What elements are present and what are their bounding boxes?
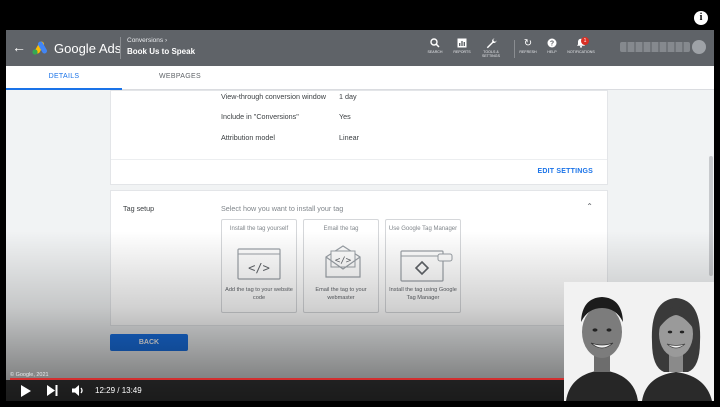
avatar[interactable]: [692, 40, 706, 54]
email-code-icon: </>: [325, 245, 361, 278]
next-icon[interactable]: [47, 385, 58, 396]
search-icon: [421, 38, 449, 50]
volume-icon[interactable]: [72, 385, 85, 396]
option-title: Use Google Tag Manager: [388, 226, 458, 232]
page-title: Book Us to Speak: [127, 47, 196, 56]
tab-webpages[interactable]: WEBPAGES: [122, 66, 238, 90]
info-icon[interactable]: i: [694, 11, 708, 25]
option-tag-manager[interactable]: Use Google Tag Manager Install the tag u…: [385, 219, 461, 313]
tag-setup-card: Tag setup Select how you want to install…: [110, 190, 608, 326]
app-header: ← Google Ads Conversions › Book Us to Sp…: [6, 30, 714, 66]
app-brand[interactable]: Google Ads: [54, 41, 121, 56]
video-top-bar: i: [6, 6, 714, 30]
tab-details[interactable]: DETAILS: [6, 66, 122, 90]
setting-label: View-through conversion window: [221, 92, 326, 101]
option-install-yourself[interactable]: Install the tag yourself </> Add the tag…: [221, 219, 297, 313]
setting-label: Attribution model: [221, 133, 275, 142]
tab-bar: DETAILS WEBPAGES: [6, 66, 714, 90]
svg-text:</>: </>: [248, 261, 270, 275]
tag-setup-title: Tag setup: [123, 204, 155, 213]
option-title: Email the tag: [323, 226, 359, 232]
card-divider: [111, 159, 607, 160]
notifications-tool-label: NOTIFICATIONS: [567, 50, 595, 54]
video-frame: i ← Google Ads Conversions › Book Us to …: [6, 6, 714, 401]
option-description: Email the tag to your webmaster: [315, 287, 367, 301]
tag-manager-icon: [400, 250, 453, 282]
breadcrumb-label[interactable]: Conversions: [127, 37, 163, 44]
setting-value: Yes: [339, 112, 351, 121]
tools-settings-label: TOOLS & SETTINGS: [482, 50, 500, 58]
option-description: Install the tag using Google Tag Manager: [389, 287, 457, 301]
breadcrumb[interactable]: Conversions ›: [127, 37, 167, 44]
header-divider: [120, 37, 121, 59]
back-arrow-icon[interactable]: ←: [12, 40, 26, 54]
tools-settings-tool[interactable]: TOOLS & SETTINGS: [477, 38, 505, 58]
reports-tool[interactable]: REPORTS: [448, 38, 476, 54]
setting-value: 1 day: [339, 92, 357, 101]
play-icon[interactable]: [21, 385, 31, 397]
help-icon: ?: [538, 38, 566, 50]
settings-card: View-through conversion window 1 day Inc…: [110, 90, 608, 185]
setting-label: Include in "Conversions": [221, 112, 299, 121]
presenter-webcam-overlay: [564, 282, 714, 401]
option-title: Install the tag yourself: [229, 226, 289, 232]
code-window-icon: </>: [237, 248, 281, 280]
presenters-photo: [564, 282, 714, 401]
edit-settings-button[interactable]: EDIT SETTINGS: [538, 168, 594, 175]
wrench-icon: [477, 38, 505, 50]
google-ads-logo: [32, 41, 47, 55]
reports-tool-label: REPORTS: [453, 50, 471, 54]
notification-badge: 1: [581, 37, 589, 45]
svg-text:?: ?: [550, 41, 554, 48]
chevron-up-icon[interactable]: ⌃: [586, 202, 593, 211]
search-tool[interactable]: SEARCH: [421, 38, 449, 54]
reports-icon: [448, 38, 476, 50]
option-description: Add the tag to your website code: [225, 287, 293, 301]
setting-value: Linear: [339, 133, 359, 142]
account-info-blurred[interactable]: [620, 42, 690, 52]
option-email-tag[interactable]: Email the tag </> Email the tag to your …: [303, 219, 379, 313]
tag-setup-subtitle: Select how you want to install your tag: [221, 204, 344, 213]
scrollbar-thumb[interactable]: [709, 156, 713, 276]
help-tool[interactable]: ? HELP: [538, 38, 566, 54]
search-tool-label: SEARCH: [427, 50, 443, 54]
time-display: 12:29 / 13:49: [95, 386, 142, 395]
help-tool-label: HELP: [547, 50, 557, 54]
back-button[interactable]: BACK: [110, 334, 188, 351]
